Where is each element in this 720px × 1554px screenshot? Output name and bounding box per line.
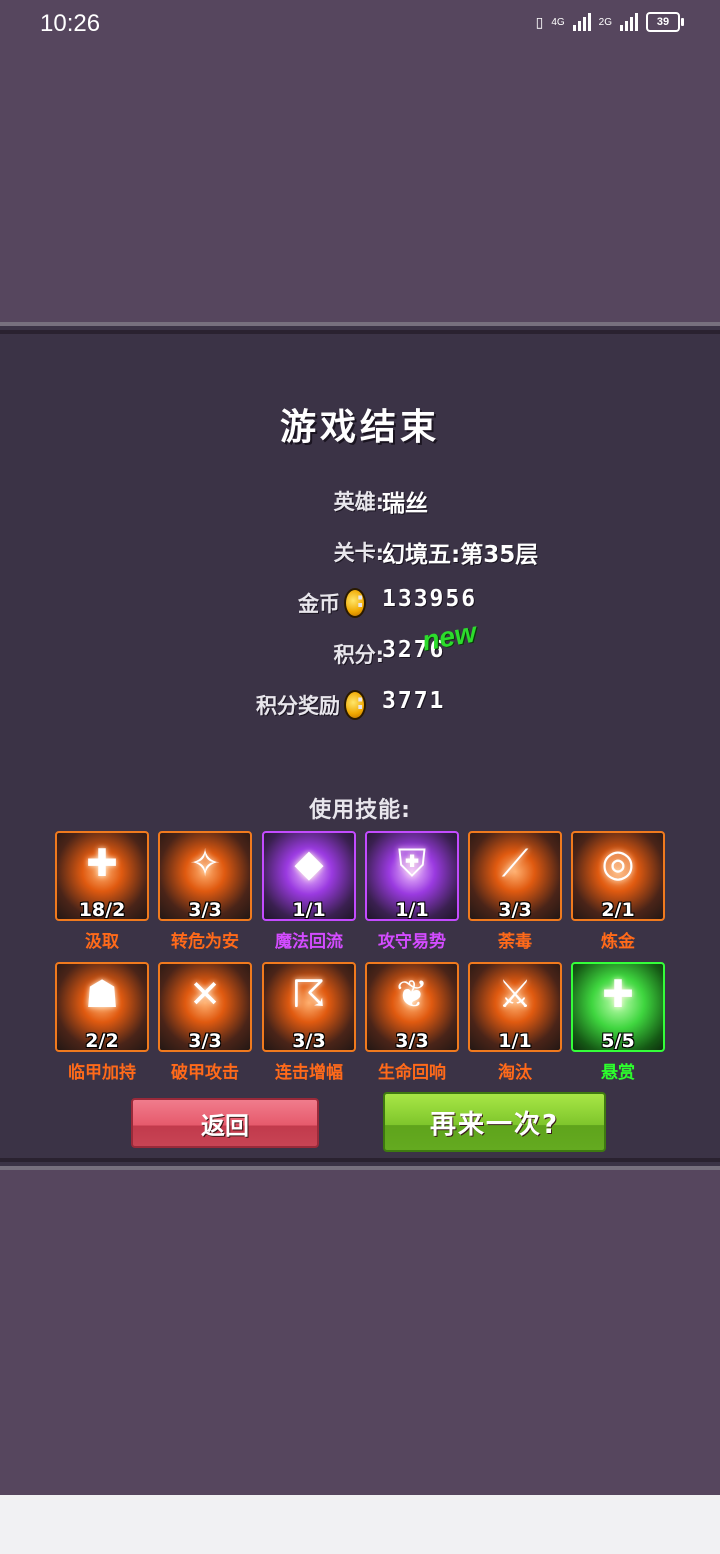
skill-icon-box: ❦ 3/3: [365, 962, 459, 1052]
skill-icon-box: ✧ 3/3: [158, 831, 252, 921]
skill-icon-box: ✚ 5/5: [571, 962, 665, 1052]
skill-icon: ☈: [291, 972, 327, 1016]
skill-item: ◆ 1/1 魔法回流: [262, 831, 356, 952]
skill-icon: ✚: [86, 841, 118, 885]
reward-row: 积分奖励 : 3771: [0, 688, 720, 730]
battery-level: 39: [656, 16, 670, 28]
skills-title: 使用技能:: [309, 798, 411, 823]
signal-icon-2: [620, 13, 638, 31]
skill-name: 荼毒: [498, 932, 532, 952]
skill-icon: ⚔: [497, 972, 533, 1016]
skill-icon-box: ✚ 18/2: [55, 831, 149, 921]
skill-item: ✚ 5/5 悬赏: [571, 962, 665, 1083]
skill-icon: ✧: [189, 841, 221, 885]
signal-icon: [572, 13, 591, 31]
gold-value: 133956: [382, 586, 478, 612]
skill-icon-box: ✕ 3/3: [158, 962, 252, 1052]
skill-icon-box: ☈ 3/3: [262, 962, 356, 1052]
skill-count: 3/3: [188, 1030, 222, 1052]
skill-icon: ◎: [601, 841, 635, 885]
network-4g-label: 4G: [551, 16, 565, 28]
reward-colon: :: [356, 690, 365, 714]
skill-count: 3/3: [188, 899, 222, 921]
skill-item: ⚔ 1/1 淘汰: [468, 962, 562, 1083]
skill-icon: ✚: [602, 972, 634, 1016]
skill-name: 临甲加持: [68, 1063, 136, 1083]
skill-item: ✚ 18/2 汲取: [55, 831, 149, 952]
reward-label-wrap: 积分奖励: [256, 690, 366, 720]
network-2g-label: 2G: [598, 16, 612, 28]
stage-value: 幻境五:第35层: [382, 542, 539, 568]
skill-icon: ❦: [396, 972, 428, 1016]
gold-label: 金币: [298, 592, 340, 616]
skill-name: 淘汰: [498, 1063, 532, 1083]
skill-name: 转危为安: [171, 932, 239, 952]
skill-item: ☈ 3/3 连击增幅: [262, 962, 356, 1083]
skill-count: 2/2: [85, 1030, 119, 1052]
skill-name: 魔法回流: [275, 932, 343, 952]
skill-name: 悬赏: [601, 1063, 635, 1083]
skill-icon: ◆: [294, 841, 324, 885]
skill-count: 5/5: [601, 1030, 635, 1052]
game-over-title: 游戏结束: [279, 407, 440, 448]
skill-count: 1/1: [395, 899, 429, 921]
game-over-panel: 游戏结束 英雄: 瑞丝 关卡: 幻境五:第35层 金币 : 133956 积分:…: [0, 322, 720, 1170]
skill-icon: ✕: [189, 972, 221, 1016]
skill-item: ⛨ 1/1 攻守易势: [365, 831, 459, 952]
skill-item: ❦ 3/3 生命回响: [365, 962, 459, 1083]
skill-name: 汲取: [85, 932, 119, 952]
skill-icon-box: ⛨ 1/1: [365, 831, 459, 921]
vibrate-icon: ▯: [535, 13, 544, 30]
skill-icon-box: ☗ 2/2: [55, 962, 149, 1052]
status-time: 10:26: [40, 10, 101, 37]
back-button[interactable]: 返回: [131, 1098, 319, 1148]
skill-icon: ⛨: [397, 841, 427, 885]
skill-item: ⟋ 3/3 荼毒: [468, 831, 562, 952]
score-row: 积分: 3276 new: [0, 617, 720, 679]
skill-icon: ⟋: [501, 841, 529, 885]
skill-count: 2/1: [601, 899, 635, 921]
skill-name: 生命回响: [378, 1063, 446, 1083]
skill-icon-box: ◆ 1/1: [262, 831, 356, 921]
gold-row: 金币 : 133956: [0, 586, 720, 628]
skill-count: 18/2: [78, 899, 126, 921]
skill-item: ☗ 2/2 临甲加持: [55, 962, 149, 1083]
status-icons: ▯ 4G 2G 39: [535, 12, 684, 32]
system-nav-bar: [0, 1495, 720, 1554]
skill-count: 1/1: [292, 899, 326, 921]
skill-item: ✕ 3/3 破甲攻击: [158, 962, 252, 1083]
skill-count: 3/3: [498, 899, 532, 921]
hero-value: 瑞丝: [382, 491, 428, 517]
skill-count: 3/3: [292, 1030, 326, 1052]
skill-icon-box: ⟋ 3/3: [468, 831, 562, 921]
skill-icon-box: ⚔ 1/1: [468, 962, 562, 1052]
hero-label: 英雄:: [333, 490, 384, 514]
skill-name: 连击增幅: [275, 1063, 343, 1083]
hero-row: 英雄: 瑞丝: [0, 486, 720, 526]
skill-name: 炼金: [601, 932, 635, 952]
skill-item: ◎ 2/1 炼金: [571, 831, 665, 952]
skill-count: 1/1: [498, 1030, 532, 1052]
stage-label: 关卡:: [333, 541, 384, 565]
skill-count: 3/3: [395, 1030, 429, 1052]
skill-name: 破甲攻击: [171, 1063, 239, 1083]
battery-icon: 39: [646, 12, 684, 32]
score-label: 积分:: [333, 643, 384, 667]
reward-value: 3771: [382, 688, 446, 714]
gold-colon: :: [356, 588, 365, 612]
skill-item: ✧ 3/3 转危为安: [158, 831, 252, 952]
status-bar: 10:26 ▯ 4G 2G 39: [0, 0, 720, 50]
skill-icon-box: ◎ 2/1: [571, 831, 665, 921]
stage-row: 关卡: 幻境五:第35层: [0, 537, 720, 577]
retry-button[interactable]: 再来一次?: [383, 1092, 606, 1152]
skill-name: 攻守易势: [378, 932, 446, 952]
reward-label: 积分奖励: [256, 694, 340, 718]
skill-icon: ☗: [84, 972, 120, 1016]
